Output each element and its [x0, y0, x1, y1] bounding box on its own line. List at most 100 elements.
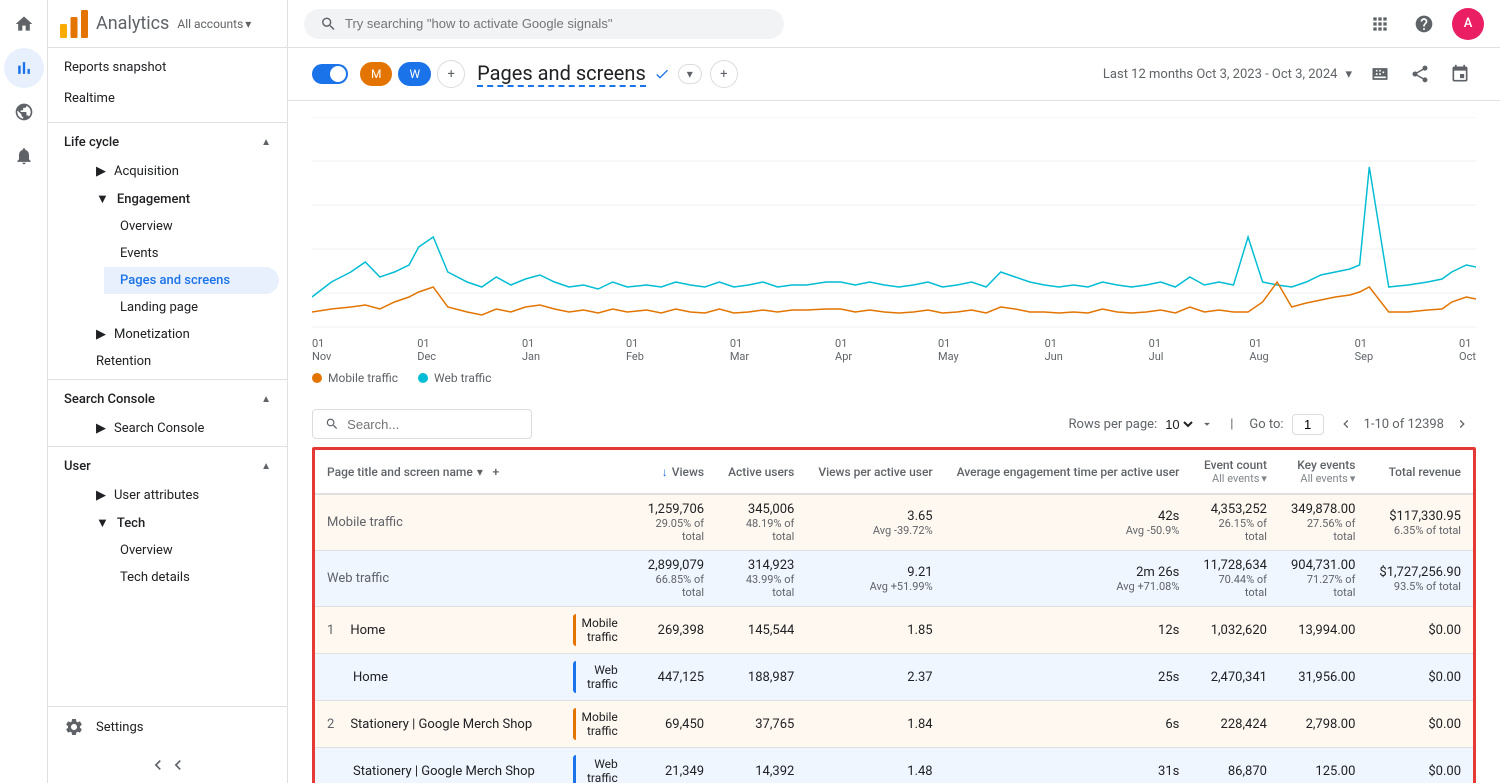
- pagination: Rows per page: 10 25 50 | Go to: 1-10 of…: [1069, 410, 1476, 438]
- chart-container: 01Nov 01Dec 01Jan 01Feb 01Mar 01Apr 01Ma…: [288, 101, 1500, 401]
- table-search-input[interactable]: [347, 417, 519, 432]
- traffic-badge: Web traffic: [573, 661, 624, 693]
- segment-chips: M W +: [360, 60, 465, 88]
- nav-icon-home[interactable]: [4, 4, 44, 44]
- cell-page: 2 Stationery | Google Merch Shop: [315, 701, 561, 748]
- col-header-event-count[interactable]: Event count All events ▾: [1191, 450, 1279, 494]
- table-row: Stationery | Google Merch Shop Web traff…: [315, 748, 1473, 783]
- nav-landing-page[interactable]: Landing page: [104, 294, 279, 321]
- nav-divider-1: [48, 122, 287, 123]
- nav-overview[interactable]: Overview: [104, 213, 279, 240]
- table-search-box[interactable]: [312, 409, 532, 439]
- cell-traffic-type: Mobile traffic: [561, 607, 636, 654]
- share-btn[interactable]: [1404, 58, 1436, 90]
- nav-icon-advertising[interactable]: [4, 136, 44, 176]
- add-report-btn[interactable]: +: [710, 60, 738, 88]
- add-dimension-btn[interactable]: +: [487, 463, 505, 481]
- nav-realtime[interactable]: Realtime: [48, 83, 279, 114]
- nav-lifecycle-header[interactable]: Life cycle ▲: [48, 127, 287, 158]
- cell-key-events: 31,956.00: [1279, 654, 1367, 701]
- chart-legend: Mobile traffic Web traffic: [312, 367, 1476, 393]
- summary-mobile-label: Mobile traffic: [315, 494, 636, 551]
- segment-chip-m[interactable]: M: [360, 62, 392, 86]
- accounts-selector[interactable]: All accounts ▾: [177, 17, 251, 31]
- summary-mobile-active-users: 345,006 48.19% of total: [716, 494, 806, 551]
- compare-toggle[interactable]: [312, 64, 348, 84]
- cell-views-per-user: 1.84: [806, 701, 944, 748]
- row-num: 2: [327, 717, 342, 732]
- rows-per-page-select[interactable]: 10 25 50: [1161, 416, 1196, 433]
- col-header-active-users[interactable]: Active users: [716, 450, 806, 494]
- legend-web-dot: [418, 373, 428, 383]
- col-header-revenue[interactable]: Total revenue: [1367, 450, 1473, 494]
- nav-icon-explore[interactable]: [4, 92, 44, 132]
- cell-views: 69,450: [636, 701, 716, 748]
- add-segment-btn[interactable]: +: [437, 60, 465, 88]
- date-range[interactable]: Last 12 months Oct 3, 2023 - Oct 3, 2024…: [1103, 67, 1352, 82]
- nav-search-console-header[interactable]: Search Console ▲: [48, 384, 287, 415]
- cell-views-per-user: 1.48: [806, 748, 944, 783]
- nav-acquisition[interactable]: ▶ Acquisition: [80, 158, 279, 185]
- cell-key-events: 125.00: [1279, 748, 1367, 783]
- user-avatar[interactable]: A: [1452, 8, 1484, 40]
- go-to-page-input[interactable]: [1292, 414, 1324, 435]
- nav-section-main: Reports snapshot Realtime: [48, 48, 287, 118]
- left-sidebar: Analytics All accounts ▾ Reports snapsho…: [48, 0, 288, 783]
- cell-active-users: 188,987: [716, 654, 806, 701]
- nav-events[interactable]: Events: [104, 240, 279, 267]
- apps-icon[interactable]: [1364, 8, 1396, 40]
- page-name: Stationery | Google Merch Shop: [353, 764, 535, 779]
- customize-report-btn[interactable]: [1364, 58, 1396, 90]
- col-header-views[interactable]: ↓ Views: [636, 450, 716, 494]
- next-page-btn[interactable]: [1448, 410, 1476, 438]
- summary-web-label: Web traffic: [315, 551, 636, 607]
- summary-web-key-events: 904,731.00 71.27% of total: [1279, 551, 1367, 607]
- cell-traffic-type: Mobile traffic: [561, 701, 636, 748]
- col-header-views-per-user[interactable]: Views per active user: [806, 450, 944, 494]
- col-header-key-events[interactable]: Key events All events ▾: [1279, 450, 1367, 494]
- search-input[interactable]: [345, 16, 768, 31]
- nav-search-console[interactable]: ▶ Search Console: [80, 415, 279, 442]
- nav-tech-overview[interactable]: Overview: [104, 537, 279, 564]
- nav-user-sub: ▶ User attributes ▼ Tech Overview Tech d…: [48, 482, 287, 591]
- cell-event-count: 1,032,620: [1191, 607, 1279, 654]
- nav-retention[interactable]: Retention: [80, 348, 279, 375]
- nav-icon-reports[interactable]: [4, 48, 44, 88]
- cell-views: 21,349: [636, 748, 716, 783]
- collapse-sidebar-btn[interactable]: [48, 747, 287, 783]
- page-name: Home: [350, 623, 385, 638]
- nav-user-attributes[interactable]: ▶ User attributes: [80, 482, 279, 509]
- nav-user-header[interactable]: User ▲: [48, 451, 287, 482]
- app-title: Analytics: [96, 13, 169, 34]
- nav-tech[interactable]: ▼ Tech: [80, 509, 279, 537]
- chart-x-labels: 01Nov 01Dec 01Jan 01Feb 01Mar 01Apr 01Ma…: [312, 337, 1476, 367]
- cell-key-events: 13,994.00: [1279, 607, 1367, 654]
- report-actions: [1364, 58, 1476, 90]
- nav-tech-details[interactable]: Tech details: [104, 564, 279, 591]
- cell-active-users: 145,544: [716, 607, 806, 654]
- nav-pages-screens[interactable]: Pages and screens: [104, 267, 279, 294]
- cell-event-count: 86,870: [1191, 748, 1279, 783]
- cell-revenue: $0.00: [1367, 607, 1473, 654]
- cell-page: 1 Home: [315, 607, 561, 654]
- cell-avg-engagement: 31s: [945, 748, 1192, 783]
- col-header-page[interactable]: Page title and screen name ▾ +: [315, 450, 561, 494]
- report-filter-dropdown[interactable]: ▾: [678, 64, 702, 84]
- cell-avg-engagement: 12s: [945, 607, 1192, 654]
- report-verified-icon: [654, 66, 670, 82]
- data-table: Page title and screen name ▾ + ↓ Views: [315, 450, 1473, 783]
- nav-reports-snapshot[interactable]: Reports snapshot: [48, 52, 279, 83]
- segment-chip-w[interactable]: W: [398, 62, 431, 86]
- prev-page-btn[interactable]: [1332, 410, 1360, 438]
- help-icon[interactable]: [1408, 8, 1440, 40]
- more-options-btn[interactable]: [1444, 58, 1476, 90]
- ga-logo: [60, 10, 88, 38]
- nav-settings[interactable]: Settings: [48, 707, 287, 747]
- page-nav: 1-10 of 12398: [1332, 410, 1476, 438]
- header-right: A: [1364, 8, 1484, 40]
- cell-traffic-type: Web traffic: [561, 654, 636, 701]
- search-bar[interactable]: [304, 9, 784, 39]
- nav-engagement[interactable]: ▼ Engagement: [80, 185, 279, 213]
- col-header-avg-engagement[interactable]: Average engagement time per active user: [945, 450, 1192, 494]
- nav-monetization[interactable]: ▶ Monetization: [80, 321, 279, 348]
